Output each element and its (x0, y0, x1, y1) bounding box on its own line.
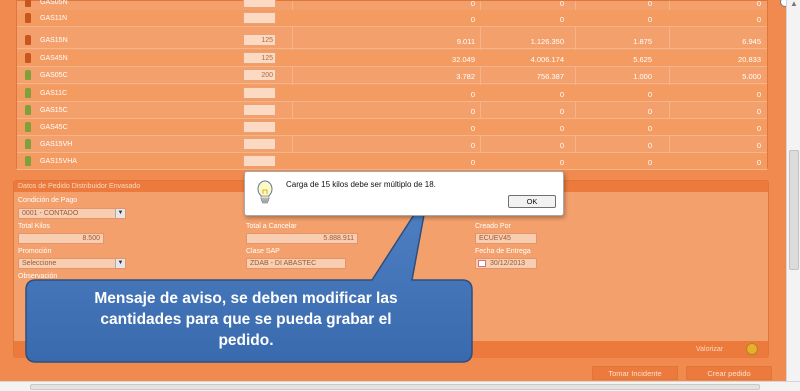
scroll-thumb[interactable] (30, 384, 760, 390)
vertical-scrollbar[interactable]: ▲ (786, 0, 800, 381)
callout-line: pedido. (218, 332, 274, 349)
callout-line: cantidades para que se pueda grabar el (100, 311, 392, 328)
scroll-thumb[interactable] (789, 150, 799, 270)
dialog-message: Carga de 15 kilos debe ser múltiplo de 1… (286, 180, 436, 189)
horizontal-scrollbar[interactable] (0, 381, 800, 391)
lightbulb-icon (257, 180, 273, 204)
scroll-up-arrow[interactable]: ▲ (789, 0, 799, 8)
callout-text: Mensaje de aviso, se deben modificar las… (36, 288, 456, 351)
warning-dialog: Carga de 15 kilos debe ser múltiplo de 1… (244, 171, 564, 216)
callout-line: Mensaje de aviso, se deben modificar las (94, 290, 398, 307)
ok-button[interactable]: OK (508, 195, 556, 208)
